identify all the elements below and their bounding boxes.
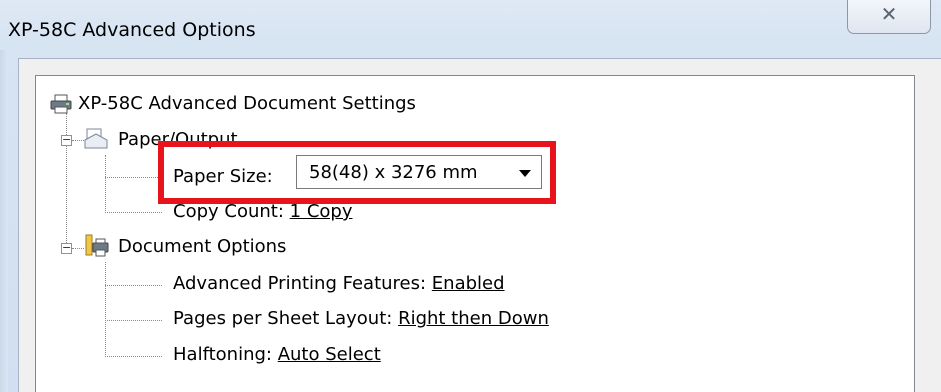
- paper-size-value: 58(48) x 3276 mm: [309, 162, 478, 183]
- halftoning-value[interactable]: Auto Select: [278, 344, 381, 365]
- tree-connector: [105, 285, 162, 286]
- halftoning-label: Halftoning:: [173, 344, 272, 365]
- copy-count-row: Copy Count: 1 Copy: [173, 201, 352, 223]
- copy-count-label: Copy Count:: [173, 201, 284, 222]
- tree-connector: [105, 177, 162, 178]
- close-button[interactable]: ✕: [847, 0, 931, 34]
- tree-connector: [72, 248, 84, 249]
- settings-tree: [35, 75, 915, 392]
- paper-size-label: Paper Size:: [173, 166, 273, 187]
- document-options-icon: [85, 234, 109, 257]
- window-left-edge: [0, 50, 8, 392]
- tree-connector: [105, 212, 162, 213]
- printer-icon: [50, 94, 72, 114]
- advanced-printing-value[interactable]: Enabled: [432, 273, 505, 294]
- tree-connector: [105, 155, 106, 213]
- pages-per-sheet-value[interactable]: Right then Down: [398, 308, 549, 329]
- tree-connector: [105, 320, 162, 321]
- advanced-printing-row: Advanced Printing Features: Enabled: [173, 273, 505, 295]
- tree-connector: [72, 140, 84, 141]
- pages-per-sheet-label: Pages per Sheet Layout:: [173, 308, 393, 329]
- advanced-printing-label: Advanced Printing Features:: [173, 273, 427, 294]
- copy-count-value[interactable]: 1 Copy: [290, 201, 353, 222]
- halftoning-row: Halftoning: Auto Select: [173, 344, 381, 366]
- chevron-down-icon: [519, 170, 531, 177]
- document-options-expander[interactable]: −: [61, 242, 72, 254]
- pages-per-sheet-row: Pages per Sheet Layout: Right then Down: [173, 308, 549, 330]
- root-node-label[interactable]: XP-58C Advanced Document Settings: [78, 93, 416, 115]
- close-icon: ✕: [880, 2, 898, 26]
- tree-connector: [105, 356, 162, 357]
- window-title: XP-58C Advanced Options: [8, 19, 256, 41]
- paper-output-icon: [84, 128, 108, 149]
- paper-output-expander[interactable]: −: [61, 134, 72, 146]
- document-options-label[interactable]: Document Options: [118, 236, 286, 258]
- tree-connector: [105, 262, 106, 357]
- paper-output-label[interactable]: Paper/Output: [118, 129, 238, 151]
- advanced-options-window: XP-58C Advanced Options ✕ XP-58C Advance…: [0, 0, 941, 392]
- paper-size-dropdown[interactable]: 58(48) x 3276 mm: [296, 155, 542, 189]
